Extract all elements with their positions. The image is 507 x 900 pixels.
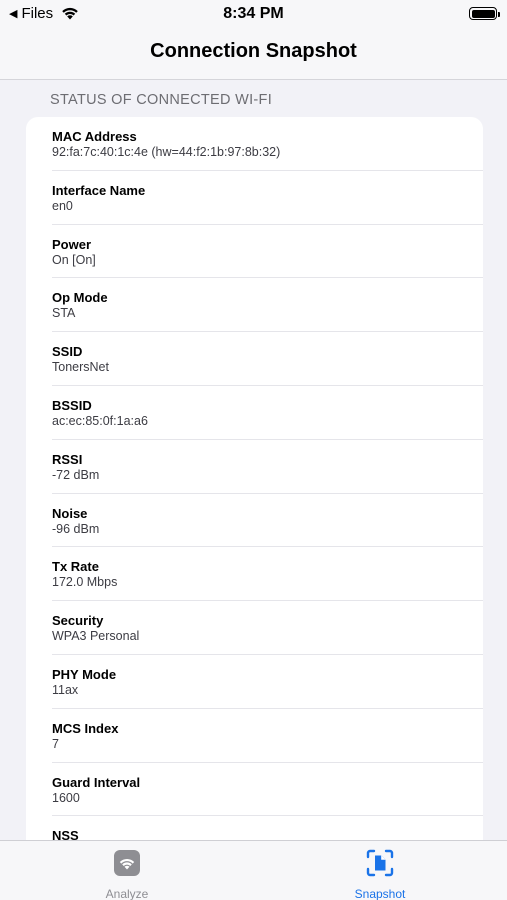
row-label: SSID <box>52 344 83 360</box>
row-value: TonersNet <box>52 360 109 375</box>
row-label: MAC Address <box>52 129 137 144</box>
row-value: 7 <box>52 736 59 751</box>
row-label: RSSI <box>52 451 83 467</box>
row-label: Tx Rate <box>52 559 99 575</box>
list-item: Interface Name en0 <box>26 171 483 225</box>
row-value: ac:ec:85:0f:1a:a6 <box>52 413 148 428</box>
row-label: Power <box>52 236 92 252</box>
tab-bar: Analyze Snapshot <box>0 840 507 900</box>
navigation-bar: Connection Snapshot <box>0 30 507 80</box>
list-item: BSSID ac:ec:85:0f:1a:a6 <box>26 386 483 440</box>
row-label: Guard Interval <box>52 774 141 790</box>
page-title: Connection Snapshot <box>150 40 357 62</box>
clock-time: 8:34 PM <box>223 5 284 22</box>
tab-label: Snapshot <box>354 887 406 900</box>
wifi-icon <box>114 850 140 876</box>
list-item: Security WPA3 Personal <box>26 601 483 655</box>
battery-icon <box>469 7 500 20</box>
snapshot-icon <box>366 849 394 877</box>
row-value: 1600 <box>52 790 80 805</box>
wifi-status-list: MAC Address 92:fa:7c:40:1c:4e (hw=44:f2:… <box>26 117 483 857</box>
row-label: BSSID <box>52 397 92 413</box>
row-value: WPA3 Personal <box>52 629 140 644</box>
status-bar: ◀ Files 8:34 PM <box>0 0 507 30</box>
tab-analyze[interactable]: Analyze <box>67 849 187 900</box>
row-label: MCS Index <box>52 720 119 736</box>
row-value: 11ax <box>52 682 79 697</box>
tab-label: Analyze <box>105 887 149 900</box>
row-value: -96 dBm <box>52 521 100 536</box>
list-item: SSID TonersNet <box>26 332 483 386</box>
list-item: MCS Index 7 <box>26 709 483 763</box>
list-item: PHY Mode 11ax <box>26 655 483 709</box>
list-item: Guard Interval 1600 <box>26 763 483 817</box>
row-value: On [On] <box>52 252 96 267</box>
row-value: 92:fa:7c:40:1c:4e (hw=44:f2:1b:97:8b:32) <box>52 145 281 159</box>
row-value: 172.0 Mbps <box>52 575 118 590</box>
row-label: Op Mode <box>52 290 108 306</box>
row-value: en0 <box>52 198 73 213</box>
list-item: Op Mode STA <box>26 278 483 332</box>
row-value: STA <box>52 306 76 321</box>
list-item: MAC Address 92:fa:7c:40:1c:4e (hw=44:f2:… <box>26 117 483 171</box>
tab-snapshot[interactable]: Snapshot <box>320 849 440 900</box>
list-item: Tx Rate 172.0 Mbps <box>26 547 483 601</box>
section-header: STATUS OF CONNECTED WI-FI <box>50 92 273 108</box>
row-label: Noise <box>52 505 88 521</box>
list-item: Power On [On] <box>26 225 483 279</box>
list-item: RSSI -72 dBm <box>26 440 483 494</box>
row-label: Security <box>52 613 104 629</box>
row-label: PHY Mode <box>52 666 117 682</box>
row-label: Interface Name <box>52 182 146 198</box>
row-value: -72 dBm <box>52 467 100 482</box>
list-item: Noise -96 dBm <box>26 494 483 548</box>
